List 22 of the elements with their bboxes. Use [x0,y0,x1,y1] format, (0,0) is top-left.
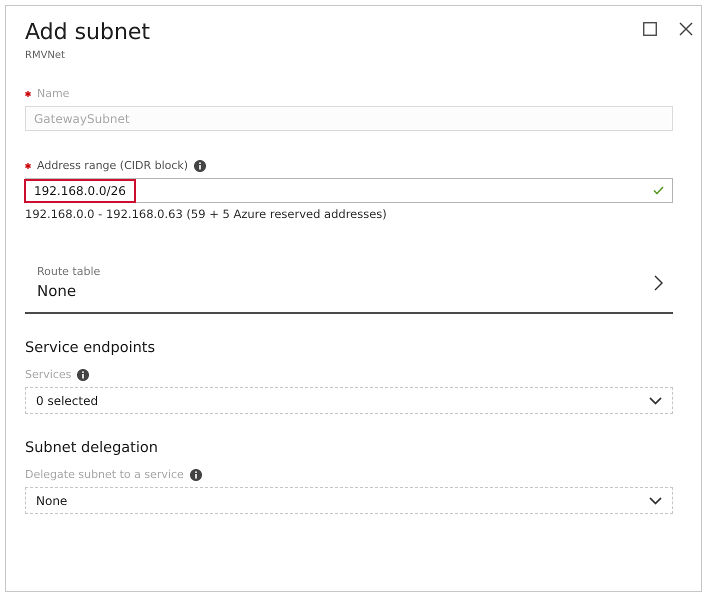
address-hint: 192.168.0.0 - 192.168.0.63 (59 + 5 Azure reserved addresses) [25,207,388,221]
field-label: Services [25,368,72,381]
dropdown[interactable]: 0 selected [25,387,673,414]
field-label: Name [37,87,70,100]
info-icon[interactable] [77,368,90,380]
info-icon[interactable] [190,468,202,480]
panel-subtitle: RMVNet [25,50,66,61]
chevron-right-icon [654,274,663,290]
route-table-selector[interactable]: Route table None [25,251,673,314]
close-icon[interactable] [679,22,693,36]
chevron-down-icon [649,396,662,404]
field-label: Delegate subnet to a service [25,468,184,481]
panel-title: Add subnet [25,19,150,47]
maximize-icon[interactable] [643,22,657,36]
address-range-field[interactable]: 192.168.0.0/26 [25,178,673,203]
field-label: Address range (CIDR block) [37,159,188,172]
field-value: 192.168.0.0/26 [26,180,134,200]
section-heading: Subnet delegation [25,440,159,456]
section-heading: Service endpoints [25,340,156,356]
chevron-down-icon [649,496,662,504]
dropdown[interactable]: None [25,487,673,514]
info-icon[interactable] [194,160,206,172]
